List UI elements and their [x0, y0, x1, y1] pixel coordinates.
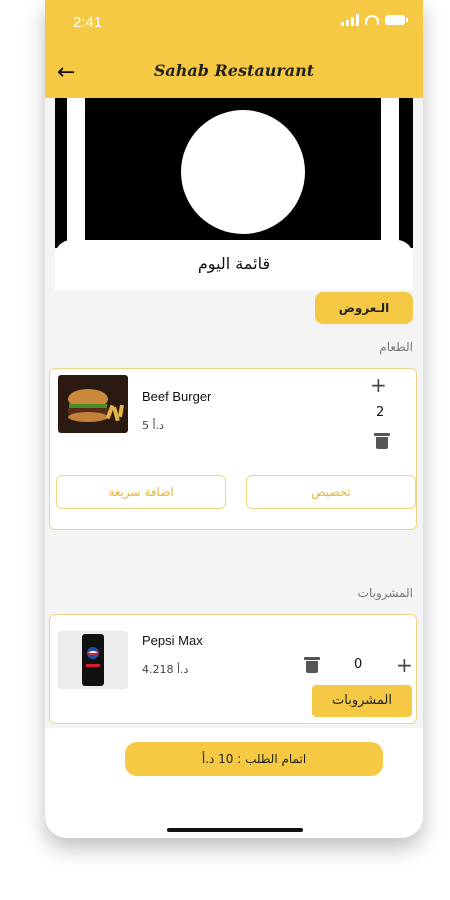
food-item-card: Beef Burger 5 د.أ + 2 اضافة سريعة تخصيص — [49, 368, 417, 530]
menu-title: قائمة اليوم — [197, 254, 271, 273]
customize-button[interactable]: تخصيص — [246, 475, 416, 509]
food-item-price: 5 د.أ — [142, 419, 164, 432]
wifi-icon — [365, 15, 379, 25]
menu-sheet-header: قائمة اليوم — [55, 240, 413, 290]
trash-icon[interactable] — [374, 433, 390, 449]
signal-icon — [341, 14, 359, 26]
food-item-name: Beef Burger — [142, 389, 212, 404]
quick-add-button[interactable]: اضافة سريعة — [56, 475, 226, 509]
restaurant-banner — [55, 98, 413, 248]
home-indicator — [167, 828, 303, 832]
battery-icon — [385, 15, 408, 25]
burger-image — [58, 375, 128, 433]
drinks-button[interactable]: المشروبات — [312, 685, 412, 717]
page-title: Sahab Restaurant — [153, 61, 315, 80]
drink-item-name: Pepsi Max — [142, 633, 203, 648]
trash-icon[interactable] — [304, 657, 320, 673]
plus-icon[interactable]: + — [396, 655, 413, 675]
offers-button[interactable]: الـعروض — [315, 292, 413, 324]
status-icons — [341, 14, 408, 26]
banner-ring — [145, 98, 341, 248]
pepsi-can-image — [58, 631, 128, 689]
plus-icon[interactable]: + — [370, 375, 387, 395]
banner-stripe — [67, 98, 85, 248]
checkout-button[interactable]: اتمام الطلب : 10 د.أ — [125, 742, 383, 776]
drink-item-price: 4.218 د.أ — [142, 663, 189, 676]
drink-quantity: 0 — [354, 657, 363, 672]
checkout-bar: اتمام الطلب : 10 د.أ — [45, 728, 423, 838]
food-quantity: 2 — [376, 405, 385, 420]
phone-screen: 2:41 ← Sahab Restaurant قائمة اليوم الـع… — [45, 0, 423, 838]
status-time: 2:41 — [73, 14, 103, 31]
drink-item-card: Pepsi Max 4.218 د.أ 0 + المشروبات — [49, 614, 417, 724]
food-section-label: الطعام — [379, 340, 413, 354]
banner-ring-center — [181, 110, 305, 234]
banner-stripe — [381, 98, 399, 248]
app-bar: 2:41 ← Sahab Restaurant — [45, 0, 423, 98]
drinks-section-label: المشروبات — [357, 586, 413, 600]
